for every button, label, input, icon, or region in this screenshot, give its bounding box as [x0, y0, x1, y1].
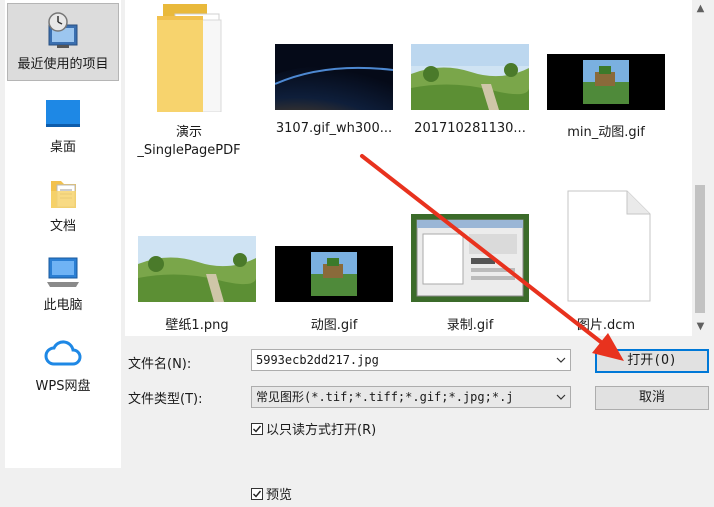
landscape-thumbnail [411, 44, 529, 110]
preview-label: 预览 [266, 488, 293, 503]
screen-recording-thumbnail [411, 214, 529, 302]
earth-night-thumbnail [275, 44, 393, 110]
chevron-down-icon[interactable] [552, 387, 570, 407]
filetype-value: 常见图形(*.tif;*.tiff;*.gif;*.jpg;*.j [256, 390, 514, 404]
checkbox-checked-icon [251, 422, 263, 435]
filename-label: 文件名(N): [128, 357, 192, 372]
scroll-down-icon[interactable]: ▼ [694, 320, 707, 333]
file-name: 动图.gif [310, 318, 358, 333]
sidebar-item-label: 最近使用的项目 [17, 57, 109, 72]
cloud-icon [43, 333, 83, 373]
file-name: 演示 [175, 125, 202, 140]
minecraft-thumbnail [547, 54, 665, 110]
sidebar-item-desktop[interactable]: 桌面 [7, 94, 119, 156]
sidebar-item-recent[interactable]: 最近使用的项目 [7, 3, 119, 81]
minecraft-thumbnail [275, 246, 393, 302]
recent-clock-icon [43, 11, 83, 51]
folder-icon [153, 4, 223, 112]
sidebar-item-documents[interactable]: 文档 [7, 173, 119, 235]
blank-document-icon [567, 190, 651, 302]
documents-icon [43, 173, 83, 213]
cancel-button[interactable]: 取消 [595, 386, 709, 410]
file-name: 3107.gif_wh300... [275, 121, 393, 136]
preview-checkbox[interactable]: 预览 [251, 484, 292, 503]
vertical-scrollbar[interactable]: ▲ ▼ [692, 0, 709, 336]
filename-input[interactable]: 5993ecb2dd217.jpg [251, 349, 571, 371]
sidebar-item-label: WPS网盘 [35, 379, 91, 394]
file-name: 201710281130... [414, 121, 526, 136]
checkbox-checked-icon [251, 487, 263, 500]
readonly-checkbox[interactable]: 以只读方式打开(R) [251, 419, 376, 438]
desktop-icon [43, 94, 83, 134]
computer-icon [43, 252, 83, 292]
file-name: min_动图.gif [567, 125, 645, 140]
sidebar-item-label: 桌面 [49, 140, 76, 155]
readonly-label: 以只读方式打开(R) [266, 423, 377, 438]
sidebar-item-wps-cloud[interactable]: WPS网盘 [7, 333, 119, 395]
filename-value: 5993ecb2dd217.jpg [256, 353, 379, 367]
file-name: 录制.gif [446, 318, 494, 333]
open-button[interactable]: 打开(O) [595, 349, 709, 373]
file-name: 图片.dcm [576, 318, 636, 333]
chevron-down-icon[interactable] [552, 350, 570, 370]
file-name: 壁纸1.png [165, 318, 229, 333]
landscape-thumbnail [138, 236, 256, 302]
navigation-pane: 最近使用的项目 桌面 文档 此电脑 WPS网盘 [5, 0, 121, 468]
sidebar-item-label: 此电脑 [43, 298, 83, 313]
file-name-line2: _SinglePagePDF [137, 143, 241, 158]
sidebar-item-this-pc[interactable]: 此电脑 [7, 252, 119, 314]
scroll-up-icon[interactable]: ▲ [694, 2, 707, 15]
filetype-select[interactable]: 常见图形(*.tif;*.tiff;*.gif;*.jpg;*.j [251, 386, 571, 408]
sidebar-item-label: 文档 [49, 219, 76, 234]
scrollbar-thumb[interactable] [695, 185, 705, 313]
file-list: 演示 _SinglePagePDF 3107.gif_wh300... 2017… [125, 0, 692, 336]
filetype-label: 文件类型(T): [128, 392, 203, 407]
